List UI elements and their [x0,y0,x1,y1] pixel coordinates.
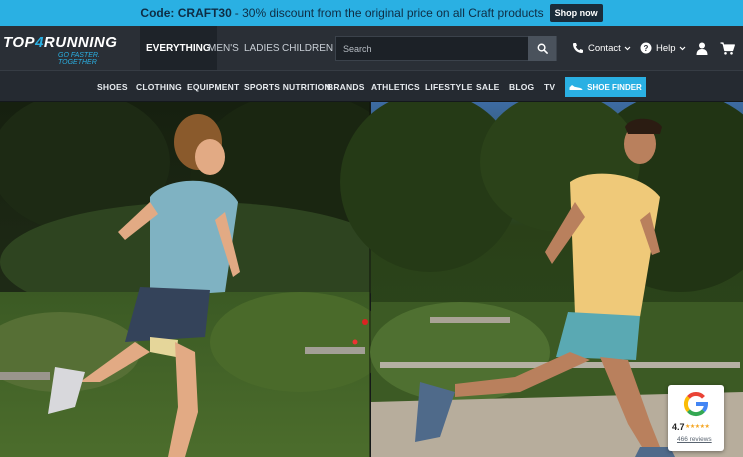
search-button[interactable] [528,36,556,61]
nav-clothing[interactable]: CLOTHING [136,71,182,102]
svg-text:?: ? [644,44,649,53]
chevron-down-icon [679,46,685,50]
google-review-badge[interactable]: 4.7 ★★★★★ 466 reviews [668,385,724,451]
nav-brands[interactable]: BRANDS [327,71,365,102]
hero-banner[interactable] [0,102,743,457]
shoe-finder-button[interactable]: SHOE FINDER [565,77,646,97]
segment-children[interactable]: CHILDREN [276,26,339,70]
help-icon: ? [640,42,652,54]
site-header: TOP4RUNNING GO FASTER. TOGETHER EVERYTHI… [0,26,743,70]
cart-button[interactable] [720,26,739,70]
help-label: Help [656,42,676,54]
account-button[interactable] [696,26,712,70]
nav-sale[interactable]: SALE [476,71,499,102]
category-nav: SHOES CLOTHING EQUIPMENT SPORTS NUTRITIO… [0,70,743,102]
contact-menu[interactable]: Contact [572,26,635,70]
nav-blog[interactable]: BLOG [509,71,534,102]
google-g-icon [683,391,708,417]
search-box: Search [335,36,557,61]
nav-lifestyle[interactable]: LIFESTYLE [425,71,473,102]
nav-athletics[interactable]: ATHLETICS [371,71,420,102]
site-logo[interactable]: TOP4RUNNING GO FASTER. TOGETHER [3,34,135,66]
search-icon [537,43,548,54]
cart-icon [720,41,735,55]
user-icon [696,42,708,55]
google-stars: ★★★★★ [685,424,710,430]
logo-tagline: GO FASTER. TOGETHER [58,52,100,66]
shoe-finder-label: SHOE FINDER [587,82,642,92]
nav-tv[interactable]: TV [544,71,555,102]
google-rating: 4.7 [672,422,685,432]
help-menu[interactable]: ? Help [640,26,690,70]
nav-sports-nutrition[interactable]: SPORTS NUTRITION [244,71,331,102]
chevron-down-icon [624,46,631,50]
logo-wordmark: TOP4RUNNING [3,34,118,51]
nav-shoes[interactable]: SHOES [97,71,128,102]
shoe-icon [569,84,583,90]
promo-bar: Code: CRAFT30 - 30% discount from the or… [0,0,743,26]
shop-now-button[interactable]: Shop now [549,4,603,22]
search-input[interactable]: Search [343,44,528,54]
google-reviews-link[interactable]: 466 reviews [677,436,712,443]
contact-label: Contact [588,42,621,54]
hero-image [0,102,743,457]
nav-equipment[interactable]: EQUIPMENT [187,71,239,102]
phone-icon [573,43,583,53]
promo-code: Code: CRAFT30 [140,6,232,20]
promo-text: - 30% discount from the original price o… [234,6,544,20]
